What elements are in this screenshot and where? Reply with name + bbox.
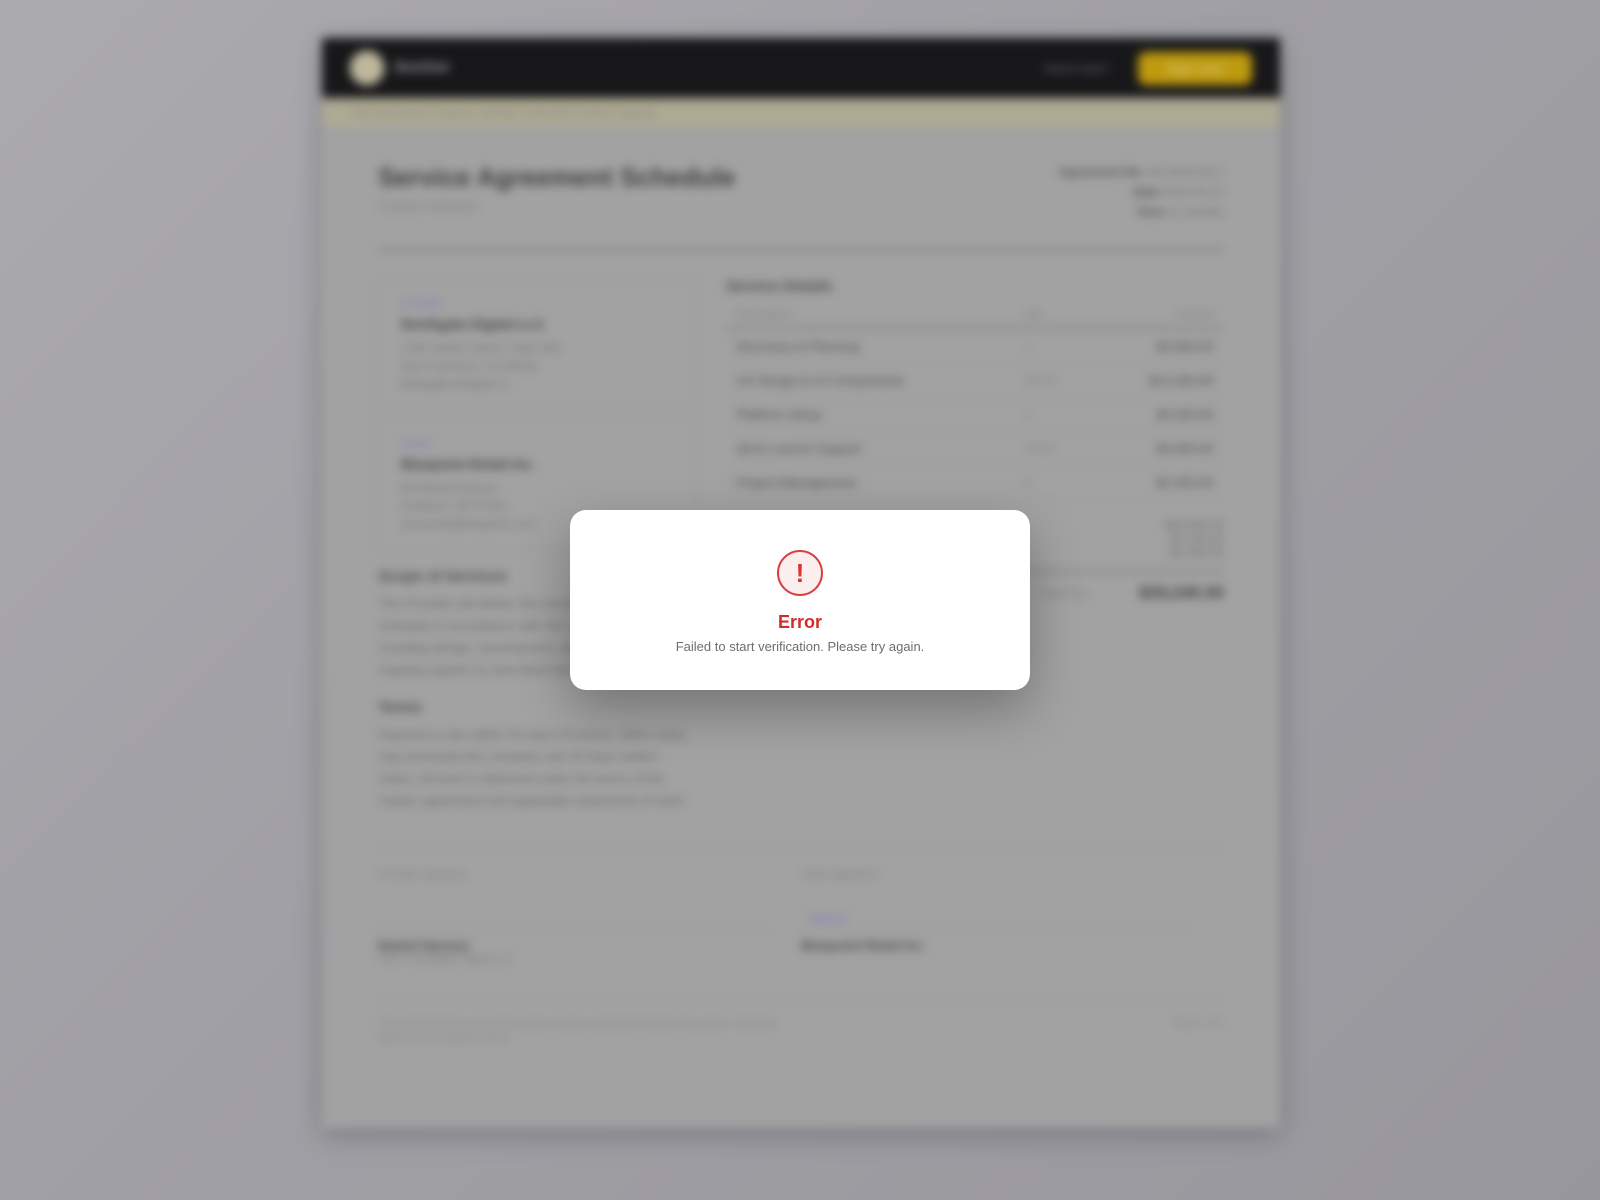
error-dialog: ! Error Failed to start verification. Pl… [570, 510, 1030, 690]
error-title: Error [777, 612, 822, 632]
error-message: Failed to start verification. Please try… [675, 639, 925, 654]
exclamation-icon: ! [777, 550, 823, 596]
